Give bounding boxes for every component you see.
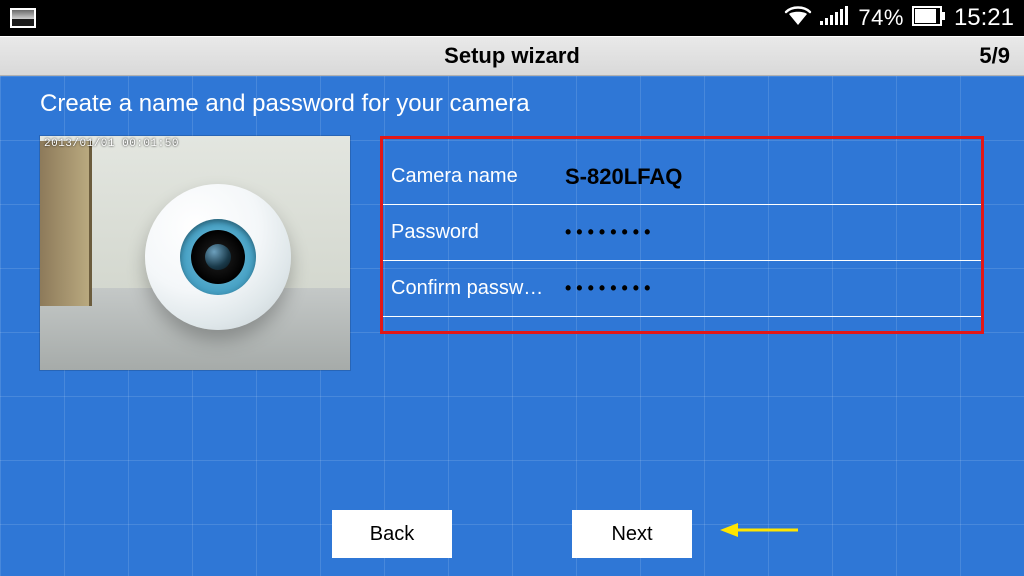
confirm-password-row[interactable]: Confirm passw… •••••••• (383, 261, 981, 317)
next-button[interactable]: Next (572, 510, 692, 558)
camera-credentials-form: Camera name Password •••••••• Confirm pa… (380, 136, 984, 334)
nav-buttons: Back Next (0, 510, 1024, 558)
cell-signal-icon (820, 5, 850, 32)
back-button[interactable]: Back (332, 510, 452, 558)
notification-icon (10, 8, 36, 28)
password-input[interactable]: •••••••• (565, 222, 655, 243)
camera-name-row[interactable]: Camera name (383, 149, 981, 205)
camera-name-label: Camera name (391, 165, 559, 188)
wizard-step: 5/9 (979, 43, 1010, 69)
section-heading: Create a name and password for your came… (40, 90, 984, 118)
camera-preview-image: 2013/01/01 00:01:50 (40, 136, 350, 370)
password-row[interactable]: Password •••••••• (383, 205, 981, 261)
password-label: Password (391, 221, 559, 244)
battery-percentage: 74% (858, 5, 904, 31)
camera-timestamp: 2013/01/01 00:01:50 (44, 138, 179, 150)
battery-icon (912, 6, 946, 31)
status-clock: 15:21 (954, 4, 1014, 32)
camera-name-input[interactable] (565, 164, 971, 190)
content-area: Create a name and password for your came… (0, 76, 1024, 576)
wifi-icon (784, 5, 812, 32)
annotation-arrow-icon (720, 520, 800, 540)
confirm-password-input[interactable]: •••••••• (565, 278, 655, 299)
confirm-password-label: Confirm passw… (391, 277, 559, 300)
android-status-bar: 74% 15:21 (0, 0, 1024, 36)
page-title: Setup wizard (444, 43, 580, 69)
title-bar: Setup wizard 5/9 (0, 36, 1024, 76)
